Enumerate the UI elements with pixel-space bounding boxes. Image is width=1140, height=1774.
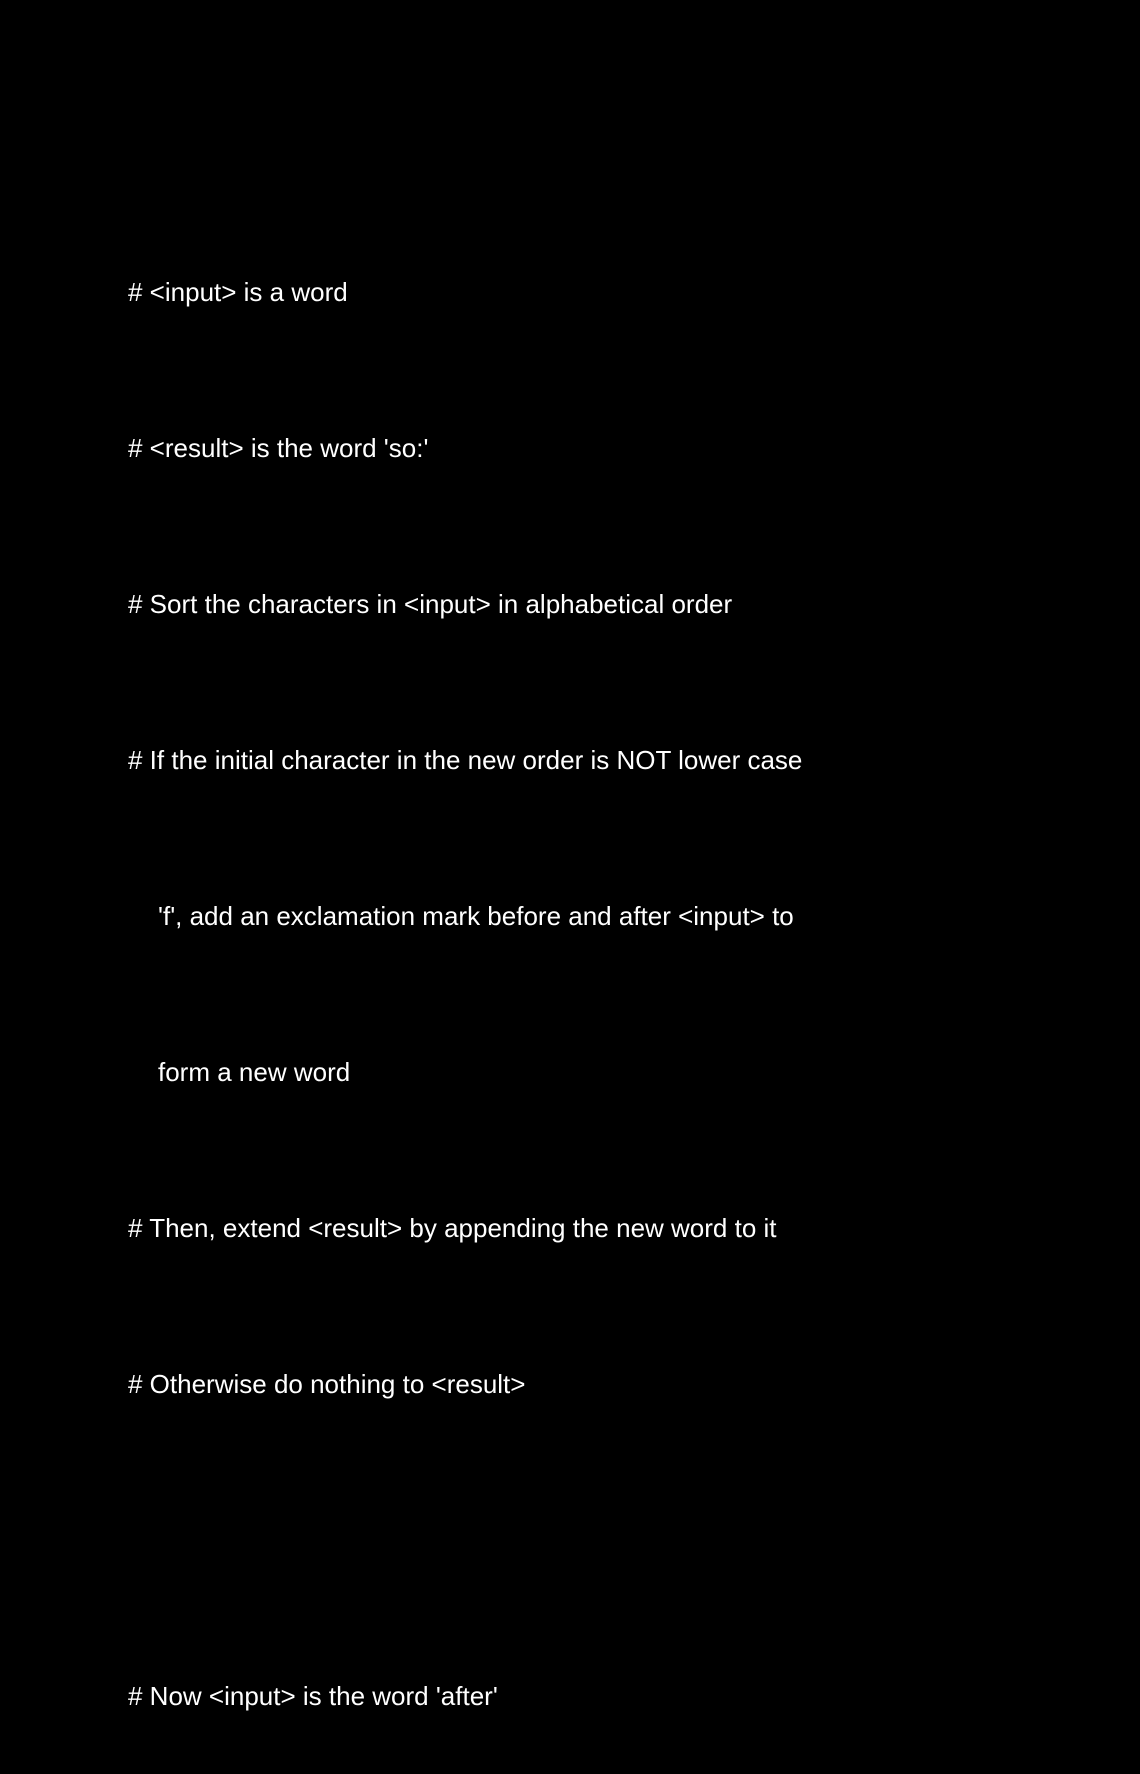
instruction-line-4: # If the initial character in the new or… [128,745,803,775]
instruction-line-10: # Now <input> is the word 'after' [128,1681,498,1711]
instruction-line-6: form a new word [158,1057,351,1087]
instruction-line-1: # <input> is a word [128,277,348,307]
instruction-text: # <input> is a word # <result> is the wo… [128,162,1088,1774]
instruction-line-8: # Otherwise do nothing to <result> [128,1369,526,1399]
page: { "colors": { "background": "#000000", "… [0,0,1140,1711]
instruction-line-7: # Then, extend <result> by appending the… [128,1213,777,1243]
instruction-line-3: # Sort the characters in <input> in alph… [128,589,733,619]
instruction-line-2: # <result> is the word 'so:' [128,433,429,463]
instruction-line-5: 'f', add an exclamation mark before and … [158,901,794,931]
